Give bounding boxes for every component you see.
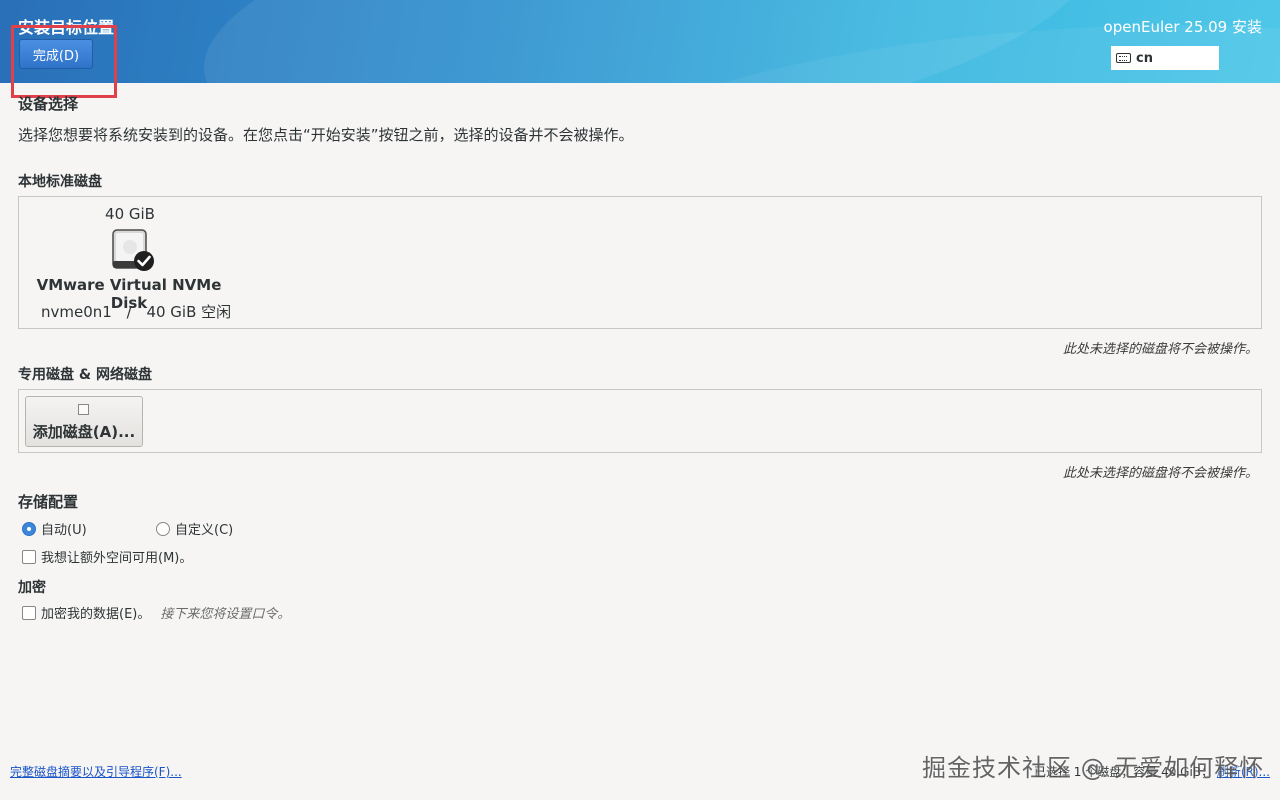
device-selection-heading: 设备选择: [18, 95, 79, 113]
watermark: 掘金技术社区 @ 无爱如何释怀: [922, 754, 1265, 782]
specialized-disks-heading: 专用磁盘 & 网络磁盘: [18, 367, 152, 383]
keyboard-layout-label: cn: [1136, 50, 1153, 66]
checkbox-unchecked-icon: [22, 605, 36, 620]
disk-icon: [78, 404, 89, 415]
local-disks-heading: 本地标准磁盘: [18, 174, 102, 190]
full-disk-summary-link[interactable]: 完整磁盘摘要以及引导程序(F)...: [10, 763, 182, 780]
encryption-hint: 接下来您将设置口令。: [160, 607, 291, 622]
annotation-highlight-box: [11, 25, 117, 98]
local-disks-note: 此处未选择的磁盘将不会被操作。: [1062, 342, 1258, 357]
keyboard-icon: [1116, 53, 1131, 63]
extra-space-label: 我想让额外空间可用(M)。: [41, 551, 193, 566]
add-disk-button[interactable]: 添加磁盘(A)...: [25, 396, 143, 447]
encrypt-data-checkbox[interactable]: 加密我的数据(E)。 接下来您将设置口令。: [22, 603, 290, 622]
encryption-heading: 加密: [18, 580, 46, 596]
hard-disk-icon: [112, 229, 154, 271]
disk-card[interactable]: 40 GiB VMware Virtual NVMe Disk nvme0n1 …: [19, 197, 249, 330]
disk-device-name: nvme0n1: [41, 303, 112, 321]
specialized-disks-note: 此处未选择的磁盘将不会被操作。: [1062, 466, 1258, 481]
storage-config-heading: 存储配置: [18, 493, 79, 511]
device-selection-intro: 选择您想要将系统安装到的设备。在您点击“开始安装”按钮之前，选择的设备并不会被操…: [18, 126, 634, 144]
keyboard-layout-indicator[interactable]: cn: [1111, 46, 1219, 70]
custom-partition-label: 自定义(C): [175, 523, 234, 538]
radio-selected-icon: [22, 521, 36, 536]
add-disk-label: 添加磁盘(A)...: [32, 423, 136, 441]
disk-free-space: 40 GiB 空闲: [146, 303, 232, 321]
disk-details-separator: /: [126, 303, 132, 321]
disk-details: nvme0n1 / 40 GiB 空闲: [41, 301, 231, 322]
local-disks-panel: 40 GiB VMware Virtual NVMe Disk nvme0n1 …: [18, 196, 1262, 329]
encrypt-data-label: 加密我的数据(E)。: [41, 607, 151, 622]
product-title: openEuler 25.09 安装: [1103, 18, 1262, 36]
disk-size: 40 GiB: [105, 205, 155, 223]
installation-destination-window: 安装目标位置 完成(D) openEuler 25.09 安装 cn 设备选择 …: [0, 0, 1280, 800]
auto-partition-label: 自动(U): [41, 523, 87, 538]
radio-unselected-icon: [156, 521, 170, 536]
extra-space-checkbox[interactable]: 我想让额外空间可用(M)。: [22, 547, 192, 566]
specialized-disks-panel: 添加磁盘(A)...: [18, 389, 1262, 453]
checkbox-unchecked-icon: [22, 549, 36, 564]
custom-partition-radio[interactable]: 自定义(C): [156, 519, 233, 538]
header-bar: 安装目标位置 完成(D) openEuler 25.09 安装 cn: [0, 0, 1280, 83]
auto-partition-radio[interactable]: 自动(U): [22, 519, 87, 538]
